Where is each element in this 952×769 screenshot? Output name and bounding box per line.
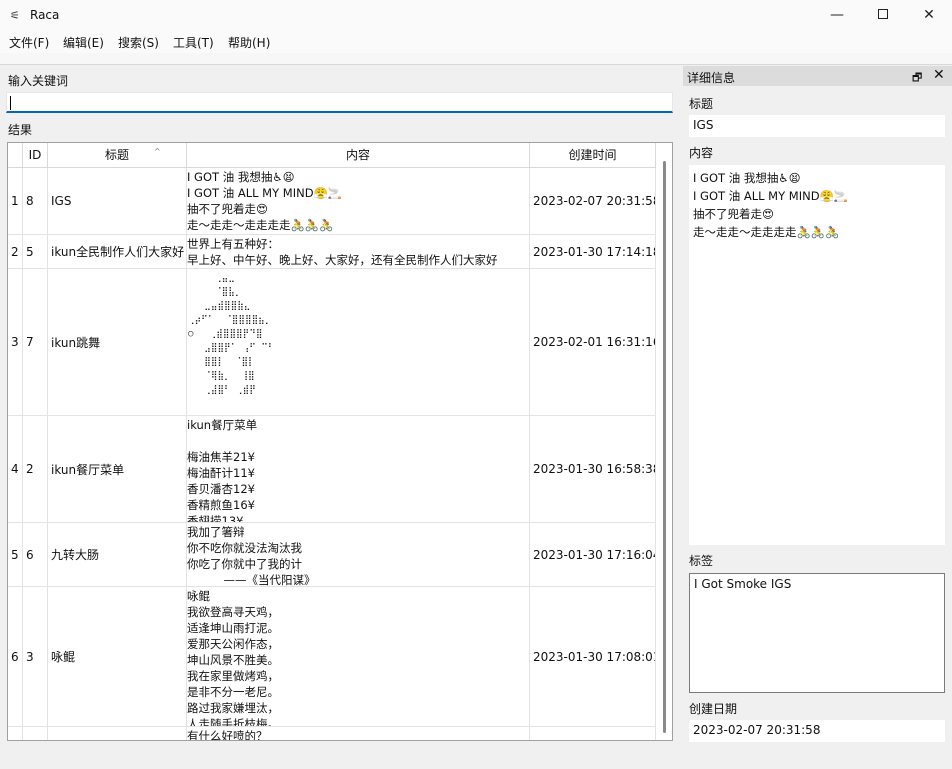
row-created: 2023-01-30 17:08:01 [533,649,656,664]
header-title-label: 标题 [104,148,129,162]
row-title [48,727,186,740]
menu-file[interactable]: 文件(F) [9,34,49,51]
table-row[interactable]: 6 3 咏鲲 咏鲲 我欲登高寻天鸡， 适逢坤山雨打泥。 爱那天公闲作态， 坤山风… [8,587,656,727]
row-title: IGS [51,194,72,208]
close-window-button[interactable]: ✕ [906,0,952,31]
table-row[interactable]: 2 5 ikun全民制作人们大家好 世界上有五种好： 早上好、中午好、晚上好、大… [8,235,656,269]
detail-tags-label: 标签 [689,554,714,568]
minimize-icon: — [830,7,844,23]
status-bar [0,744,952,769]
row-number: 5 [11,547,19,562]
detail-content-field[interactable]: I GOT 油 我想抽♿😫 I GOT 油 ALL MY MIND😤🚬 抽不了兜… [689,165,945,545]
row-content: 世界上有五种好： 早上好、中午好、晚上好、大家好，还有全民制作人们大家好 [187,237,498,267]
table-row[interactable]: 4 2 ikun餐厅菜单 ikun餐厅菜单 梅油焦羊21¥ 梅油酐计11¥ 香贝… [8,416,656,523]
detail-tags-field[interactable]: I Got Smoke IGS [689,573,945,693]
table-row[interactable]: 有什么好喷的？ [8,727,656,741]
vertical-scrollbar[interactable] [663,161,666,733]
row-created: 2023-01-30 17:14:18 [533,244,656,259]
row-number: 4 [11,462,19,476]
table-row[interactable]: 5 6 九转大肠 我加了箸辩 你不吃你就没法淘汰我 你吃了你就中了我的计 ——《… [8,523,656,587]
header-id[interactable]: ID [23,143,48,168]
detail-date-label: 创建日期 [689,702,738,716]
row-id [23,727,47,740]
menu-tools[interactable]: 工具(T) [173,34,214,51]
row-content: ikun餐厅菜单 梅油焦羊21¥ 梅油酐计11¥ 香贝潘杏12¥ 香精煎鱼16¥… [187,418,258,522]
row-title: ikun跳舞 [51,335,101,350]
row-created: 2023-02-07 20:31:58 [533,194,656,208]
float-panel-icon[interactable]: 🗗 [912,69,922,88]
header-content[interactable]: 内容 [187,143,530,168]
table-row[interactable]: 3 7 ikun跳舞 ⢀⣤⣀ ⠈⣿⣧⡀ ⣀⣤⣾⣿⣿⣷⣄ ⢀⡴⠋⠁ ⠈⣿⣿⣿⣿⣦⡀… [8,269,656,416]
row-created: 2023-01-30 16:58:38 [533,462,656,476]
title-bar: ⚟ Raca — ✕ [0,0,952,31]
menu-help[interactable]: 帮助(H) [228,34,270,51]
search-input[interactable] [6,92,673,113]
row-content-ascii-art: ⢀⣤⣀ ⠈⣿⣧⡀ ⣀⣤⣾⣿⣿⣷⣄ ⢀⡴⠋⠁ ⠈⣿⣿⣿⣿⣦⡀ ○ ⢀⣾⣿⣿⣿⡟⠙⣿… [188,273,275,395]
detail-title-label: 标题 [689,97,714,111]
row-id: 7 [26,335,34,349]
detail-panel-header: 详细信息 🗗 ✕ [683,66,952,86]
row-number: 6 [11,649,19,664]
header-created[interactable]: 创建时间 [530,143,656,168]
row-number [8,727,22,740]
app-icon: ⚟ [10,9,20,22]
results-label: 结果 [8,123,33,137]
row-content: 咏鲲 我欲登高寻天鸡， 适逢坤山雨打泥。 爱那天公闲作态， 坤山风景不胜美。 我… [187,589,279,726]
text-caret [10,96,11,110]
row-created [530,727,655,740]
maximize-icon [878,9,888,19]
detail-title-field[interactable]: IGS [689,115,945,137]
menu-edit[interactable]: 编辑(E) [63,34,104,51]
detail-content-label: 内容 [689,146,714,160]
detail-panel: 详细信息 🗗 ✕ 标题 IGS 内容 I GOT 油 我想抽♿😫 I GOT 油… [683,66,952,744]
row-created: 2023-01-30 17:16:04 [533,547,656,562]
window-title: Raca [30,8,60,22]
row-id: 5 [26,244,34,259]
detail-panel-title: 详细信息 [687,71,736,85]
row-title: 咏鲲 [51,650,76,664]
row-title: ikun餐厅菜单 [51,462,125,477]
menu-bar: 文件(F) 编辑(E) 搜索(S) 工具(T) 帮助(H) [0,31,952,53]
results-table: ID ^ 标题 内容 创建时间 1 8 IGS I GOT 油 我想抽♿😫 I … [7,142,673,741]
table-row[interactable]: 1 8 IGS I GOT 油 我想抽♿😫 I GOT 油 ALL MY MIN… [8,168,656,235]
row-title: ikun全民制作人们大家好 [51,245,185,259]
row-number: 3 [11,335,19,349]
toolbar [0,53,952,65]
row-id: 3 [26,649,34,664]
header-rownum [8,143,23,168]
row-title: 九转大肠 [51,548,100,562]
maximize-button[interactable] [860,0,906,31]
header-title[interactable]: ^ 标题 [48,143,187,168]
keyword-label: 输入关键词 [8,74,69,88]
row-id: 2 [26,462,34,476]
menu-search[interactable]: 搜索(S) [118,34,159,51]
row-id: 6 [26,547,34,562]
row-content: I GOT 油 我想抽♿😫 I GOT 油 ALL MY MIND😤🚬 抽不了兜… [187,170,343,232]
row-number: 2 [11,244,19,259]
close-icon: ✕ [923,7,935,23]
row-created: 2023-02-01 16:31:16 [533,335,656,349]
row-number: 1 [11,194,19,208]
minimize-button[interactable]: — [814,0,860,31]
sort-indicator-icon: ^ [154,147,161,156]
detail-date-field[interactable]: 2023-02-07 20:31:58 [689,720,945,742]
row-content: 有什么好喷的？ [187,729,268,741]
row-id: 8 [26,194,34,208]
close-panel-icon[interactable]: ✕ [933,67,945,83]
row-content: 我加了箸辩 你不吃你就没法淘汰我 你吃了你就中了我的计 ——《当代阳谋》 [187,525,316,586]
